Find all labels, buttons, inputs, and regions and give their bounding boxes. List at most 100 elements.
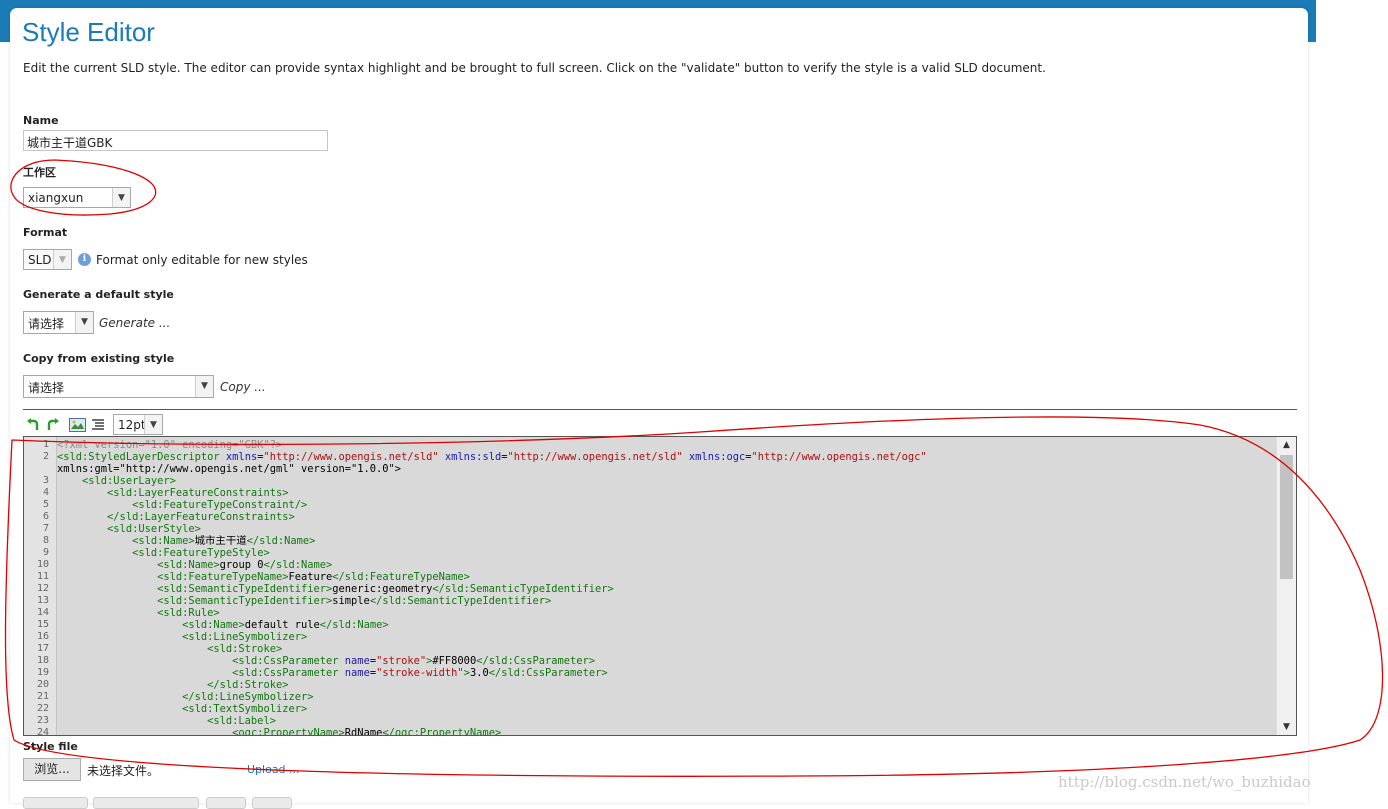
format-select[interactable]: SLD ▼ <box>23 249 72 270</box>
apply-button[interactable] <box>93 797 199 809</box>
editor-scrollbar[interactable]: ▲ ▼ <box>1276 437 1296 735</box>
code-line: 9 <sld:FeatureTypeStyle> <box>24 547 1274 559</box>
code-text: <sld:FeatureTypeConstraint/> <box>132 499 308 511</box>
image-icon[interactable] <box>69 418 86 432</box>
format-icon[interactable] <box>91 418 105 432</box>
scroll-down-icon[interactable]: ▼ <box>1277 719 1296 735</box>
code-line: 3 <sld:UserLayer> <box>24 475 1274 487</box>
code-text: <sld:CssParameter name="stroke-width">3.… <box>232 667 608 679</box>
workspace-select[interactable]: xiangxun ▼ <box>23 187 131 208</box>
code-text: <sld:UserStyle> <box>107 523 201 535</box>
line-number: 4 <box>42 487 49 498</box>
workspace-select-value: xiangxun <box>28 191 84 205</box>
code-text: <sld:FeatureTypeStyle> <box>132 547 270 559</box>
line-number: 5 <box>42 499 49 510</box>
copy-select[interactable]: 请选择 ▼ <box>23 375 214 398</box>
format-label: Format <box>23 226 68 239</box>
code-line: 18 <sld:CssParameter name="stroke">#FF80… <box>24 655 1274 667</box>
generate-link[interactable]: Generate ... <box>99 316 170 330</box>
code-text: <sld:Rule> <box>157 607 220 619</box>
code-line: 24 <ogc:PropertyName>RdName</ogc:Propert… <box>24 727 1274 736</box>
code-line: 17 <sld:Stroke> <box>24 643 1274 655</box>
code-line: 19 <sld:CssParameter name="stroke-width"… <box>24 667 1274 679</box>
line-number: 14 <box>36 607 49 618</box>
page-title: Style Editor <box>22 17 155 47</box>
line-number: 12 <box>36 583 49 594</box>
code-line: 11 <sld:FeatureTypeName>Feature</sld:Fea… <box>24 571 1274 583</box>
workspace-label: 工作区 <box>23 166 56 179</box>
browse-button[interactable]: 浏览... <box>23 758 81 781</box>
line-number: 3 <box>42 475 49 486</box>
line-number: 7 <box>42 523 49 534</box>
chevron-down-icon: ▼ <box>195 376 213 397</box>
code-line: 13 <sld:SemanticTypeIdentifier>simple</s… <box>24 595 1274 607</box>
code-line: 12 <sld:SemanticTypeIdentifier>generic:g… <box>24 583 1274 595</box>
line-number: 22 <box>36 703 49 714</box>
no-file-selected: 未选择文件。 <box>87 764 160 778</box>
code-text: <sld:Name>城市主干道</sld:Name> <box>132 535 316 547</box>
code-lines: 1 <?xml version="1.0" encoding="GBK"?> 2 <s… <box>24 439 1274 736</box>
scrollbar-thumb[interactable] <box>1280 455 1293 579</box>
code-text: <sld:SemanticTypeIdentifier>generic:geom… <box>157 583 614 595</box>
code-editor[interactable]: 1 <?xml version="1.0" encoding="GBK"?> 2 <s… <box>23 436 1297 736</box>
watermark: http://blog.csdn.net/wo_buzhidao <box>1058 773 1311 791</box>
code-text: <sld:Name>group 0</sld:Name> <box>157 559 333 571</box>
chevron-down-icon: ▼ <box>144 415 162 434</box>
line-number: 6 <box>42 511 49 522</box>
line-number: 19 <box>36 667 49 678</box>
code-text: <sld:Name>default rule</sld:Name> <box>182 619 389 631</box>
chevron-down-icon: ▼ <box>75 312 93 333</box>
code-line: 4 <sld:LayerFeatureConstraints> <box>24 487 1274 499</box>
name-input[interactable]: 城市主干道GBK <box>23 130 328 151</box>
code-line: 8 <sld:Name>城市主干道</sld:Name> <box>24 535 1274 547</box>
code-text: <sld:CssParameter name="stroke">#FF8000<… <box>232 655 596 667</box>
copy-select-value: 请选择 <box>28 381 65 395</box>
code-line: 20 </sld:Stroke> <box>24 679 1274 691</box>
cancel-button[interactable] <box>252 797 292 809</box>
code-text: <sld:LineSymbolizer> <box>182 631 308 643</box>
name-label: Name <box>23 114 59 127</box>
copy-label: Copy from existing style <box>23 352 175 365</box>
code-text: <sld:StyledLayerDescriptor xmlns="http:/… <box>57 451 927 463</box>
code-text: <sld:FeatureTypeName>Feature</sld:Featur… <box>157 571 470 583</box>
submit-button[interactable] <box>206 797 246 809</box>
redo-icon[interactable] <box>45 417 61 433</box>
code-line: 2 <sld:StyledLayerDescriptor xmlns="http:… <box>24 451 1274 463</box>
code-line: 23 <sld:Label> <box>24 715 1274 727</box>
code-text: <ogc:PropertyName>RdName</ogc:PropertyNa… <box>232 727 502 736</box>
code-line: 7 <sld:UserStyle> <box>24 523 1274 535</box>
code-line: 21 </sld:LineSymbolizer> <box>24 691 1274 703</box>
line-number: 17 <box>36 643 49 654</box>
upload-link[interactable]: Upload ... <box>247 763 300 776</box>
code-text: <sld:LayerFeatureConstraints> <box>107 487 289 499</box>
line-number: 23 <box>36 715 49 726</box>
style-file-label: Style file <box>23 740 78 753</box>
generate-label: Generate a default style <box>23 288 174 301</box>
code-text: <sld:Stroke> <box>207 643 283 655</box>
line-number: 24 <box>36 727 49 736</box>
font-size-select[interactable]: 12pt ▼ <box>113 414 163 435</box>
code-line: 1 <?xml version="1.0" encoding="GBK"?> <box>24 439 1274 451</box>
info-icon: i <box>78 253 91 266</box>
copy-link[interactable]: Copy ... <box>220 380 266 394</box>
format-hint: Format only editable for new styles <box>96 253 308 267</box>
scroll-up-icon[interactable]: ▲ <box>1277 437 1296 453</box>
validate-button[interactable] <box>23 797 88 809</box>
line-number: 8 <box>42 535 49 546</box>
code-text: </sld:LineSymbolizer> <box>182 691 314 703</box>
undo-icon[interactable] <box>25 417 41 433</box>
font-size-value: 12pt <box>118 418 146 432</box>
generate-select[interactable]: 请选择 ▼ <box>23 311 94 334</box>
line-number: 11 <box>36 571 49 582</box>
code-line: 5 <sld:FeatureTypeConstraint/> <box>24 499 1274 511</box>
chevron-down-icon: ▼ <box>53 250 71 269</box>
code-line: 6 </sld:LayerFeatureConstraints> <box>24 511 1274 523</box>
toolbar-divider <box>23 409 1297 410</box>
line-number: 15 <box>36 619 49 630</box>
code-line: 10 <sld:Name>group 0</sld:Name> <box>24 559 1274 571</box>
line-number: 10 <box>36 559 49 570</box>
code-text: </sld:Stroke> <box>207 679 289 691</box>
line-number: 16 <box>36 631 49 642</box>
chevron-down-icon: ▼ <box>112 188 130 207</box>
code-line: 14 <sld:Rule> <box>24 607 1274 619</box>
